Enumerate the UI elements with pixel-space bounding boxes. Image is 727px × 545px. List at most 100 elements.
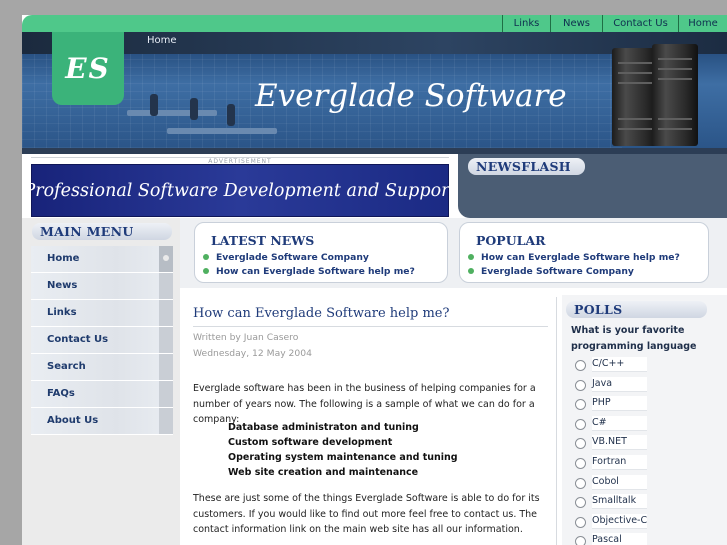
poll-option[interactable]: Fortran [571,454,647,475]
poll-question: What is your favorite programming langua… [571,325,697,352]
polls-heading: POLLS [566,301,707,318]
poll-option-label: PHP [592,396,647,412]
list-item[interactable]: How can Everglade Software help me? [203,265,415,279]
news-link[interactable]: Everglade Software Company [216,252,369,263]
menu-item-label: Links [47,307,77,318]
article-title[interactable]: How can Everglade Software help me? [193,306,449,321]
list-item[interactable]: How can Everglade Software help me? [468,251,680,265]
logo-text: ES [65,52,111,85]
popular-list: How can Everglade Software help me? Ever… [468,251,680,279]
menu-item-label: News [47,280,78,291]
page: Links News Contact Us Home ES Home Everg… [22,15,727,545]
menu-item-label: Search [47,361,86,372]
newsflash-heading: NEWSFLASH [468,158,585,175]
radio-button[interactable] [575,516,586,528]
nav-link-news[interactable]: News [550,15,602,32]
radio-button[interactable] [575,399,586,411]
article-date: Wednesday, 12 May 2004 [193,348,312,359]
latest-news-heading: LATEST NEWS [211,233,315,248]
radio-button[interactable] [575,497,586,509]
list-item: Web site creation and maintenance [228,467,419,478]
services-list: Database administraton and tuning Custom… [228,420,458,480]
poll-option-label: Pascal [592,533,647,545]
poll-option-label: Cobol [592,474,647,490]
list-item: Database administraton and tuning [228,422,419,433]
article-author: Written by Juan Casero [193,332,299,343]
article-outro: These are just some of the things Evergl… [193,493,540,535]
poll-option[interactable]: Smalltalk [571,494,647,514]
poll-option-label: Fortran [592,454,647,470]
radio-button[interactable] [575,438,586,450]
chair-graphic [150,94,158,116]
desk-graphic [127,110,217,116]
menu-item-news[interactable]: News [31,273,173,300]
bullet-icon [203,267,209,274]
bullet-icon [468,267,474,274]
poll-option[interactable]: Cobol [571,474,647,495]
poll-option[interactable]: Objective-C [571,513,647,534]
poll-option[interactable]: C# [571,415,647,436]
popular-link[interactable]: Everglade Software Company [481,266,634,277]
popular-box: POPULAR How can Everglade Software help … [459,222,709,283]
logo[interactable]: ES [52,32,124,105]
menu-item-label: FAQs [47,388,75,399]
news-link[interactable]: How can Everglade Software help me? [216,266,415,277]
menu-item-home[interactable]: Home [31,246,173,273]
poll-option[interactable]: VB.NET [571,435,647,455]
poll-option-label: C# [592,415,647,431]
breadcrumb[interactable]: Home [147,35,177,46]
header-banner: ES Home Everglade Software [22,32,727,148]
poll-option-label: C/C++ [592,357,647,372]
menu-item-label: Home [47,253,80,264]
popular-link[interactable]: How can Everglade Software help me? [481,252,680,263]
column-divider [556,297,557,545]
poll-option-label: Smalltalk [592,494,647,510]
bullet-icon [203,253,209,260]
desk-graphic [167,128,277,134]
radio-button[interactable] [575,477,586,489]
server-graphic [652,44,698,146]
advertisement-banner[interactable]: Professional Software Development and Su… [23,164,457,217]
poll-option[interactable]: PHP [571,396,647,416]
poll-option-label: VB.NET [592,435,647,451]
left-sidebar: MAIN MENU Home News Links Contact Us Sea… [22,218,180,545]
list-item[interactable]: Everglade Software Company [203,251,415,265]
top-nav-bar: Links News Contact Us Home [22,15,727,32]
site-title: Everglade Software [255,78,567,114]
poll-options: C/C++ Java PHP C# VB.NET Fortran Cobol S… [571,357,647,545]
nav-link-links[interactable]: Links [502,15,550,32]
radio-button[interactable] [575,360,586,371]
radio-button[interactable] [575,379,586,391]
poll-option[interactable]: Pascal [571,533,647,545]
poll-option[interactable]: C/C++ [571,357,647,377]
menu-item-label: About Us [47,415,99,426]
newsflash-panel: NEWSFLASH [458,154,727,218]
latest-news-list: Everglade Software Company How can Everg… [203,251,415,279]
chair-graphic [227,104,235,126]
poll-option-label: Java [592,376,647,392]
menu-item-faqs[interactable]: FAQs [31,381,173,408]
list-item: Custom software development [228,437,393,448]
poll-option-label: Objective-C [592,513,647,529]
list-item[interactable]: Everglade Software Company [468,265,680,279]
bullet-icon [468,253,474,260]
article-divider [193,326,548,327]
main-menu: Home News Links Contact Us Search FAQs A… [31,246,173,435]
menu-item-links[interactable]: Links [31,300,173,327]
poll-option[interactable]: Java [571,376,647,397]
nav-link-home[interactable]: Home [678,15,727,32]
top-nav: Links News Contact Us Home [502,15,727,32]
list-item: Operating system maintenance and tuning [228,452,458,463]
nav-link-contact-us[interactable]: Contact Us [602,15,678,32]
latest-news-box: LATEST NEWS Everglade Software Company H… [194,222,448,283]
menu-item-search[interactable]: Search [31,354,173,381]
radio-button[interactable] [575,418,586,430]
main-menu-heading: MAIN MENU [32,223,172,240]
radio-button[interactable] [575,457,586,469]
menu-item-label: Contact Us [47,334,109,345]
radio-button[interactable] [575,536,586,545]
menu-item-about-us[interactable]: About Us [31,408,173,435]
menu-item-contact-us[interactable]: Contact Us [31,327,173,354]
chair-graphic [190,98,198,120]
popular-heading: POPULAR [476,233,546,248]
